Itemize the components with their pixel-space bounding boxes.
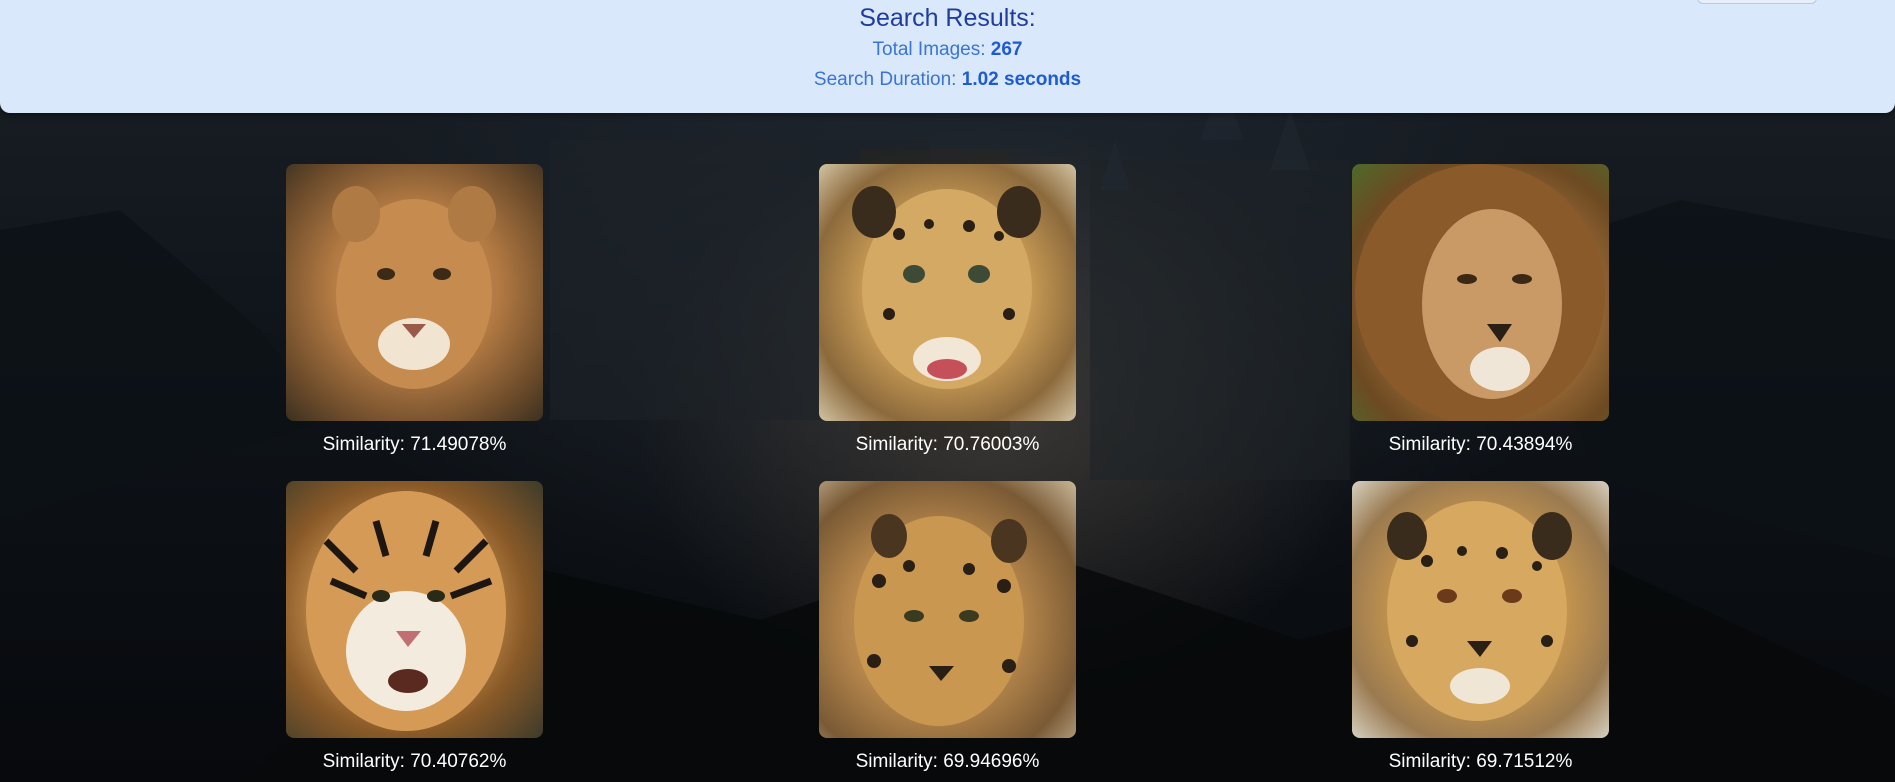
jaguar-image[interactable] xyxy=(1352,481,1609,738)
similarity-score: Similarity: 69.94696% xyxy=(855,751,1040,772)
results-grid: Similarity: 71.49078% Similarity: 70.760… xyxy=(0,0,1895,782)
similarity-score: Similarity: 71.49078% xyxy=(322,434,507,455)
tiger-image[interactable] xyxy=(286,481,543,738)
similarity-score: Similarity: 70.76003% xyxy=(855,434,1040,455)
result-card[interactable]: Similarity: 69.71512% xyxy=(1352,481,1609,773)
result-card[interactable]: Similarity: 71.49078% xyxy=(286,164,543,456)
result-card[interactable]: Similarity: 69.94696% xyxy=(819,481,1076,773)
similarity-score: Similarity: 69.71512% xyxy=(1388,751,1573,772)
result-card[interactable]: Similarity: 70.76003% xyxy=(819,164,1076,456)
similarity-score: Similarity: 70.43894% xyxy=(1388,434,1573,455)
lioness-image[interactable] xyxy=(286,164,543,421)
result-card[interactable]: Similarity: 70.43894% xyxy=(1352,164,1609,456)
jaguar-image[interactable] xyxy=(819,164,1076,421)
jaguar-image[interactable] xyxy=(819,481,1076,738)
similarity-score: Similarity: 70.40762% xyxy=(322,751,507,772)
result-card[interactable]: Similarity: 70.40762% xyxy=(286,481,543,773)
lion-image[interactable] xyxy=(1352,164,1609,421)
